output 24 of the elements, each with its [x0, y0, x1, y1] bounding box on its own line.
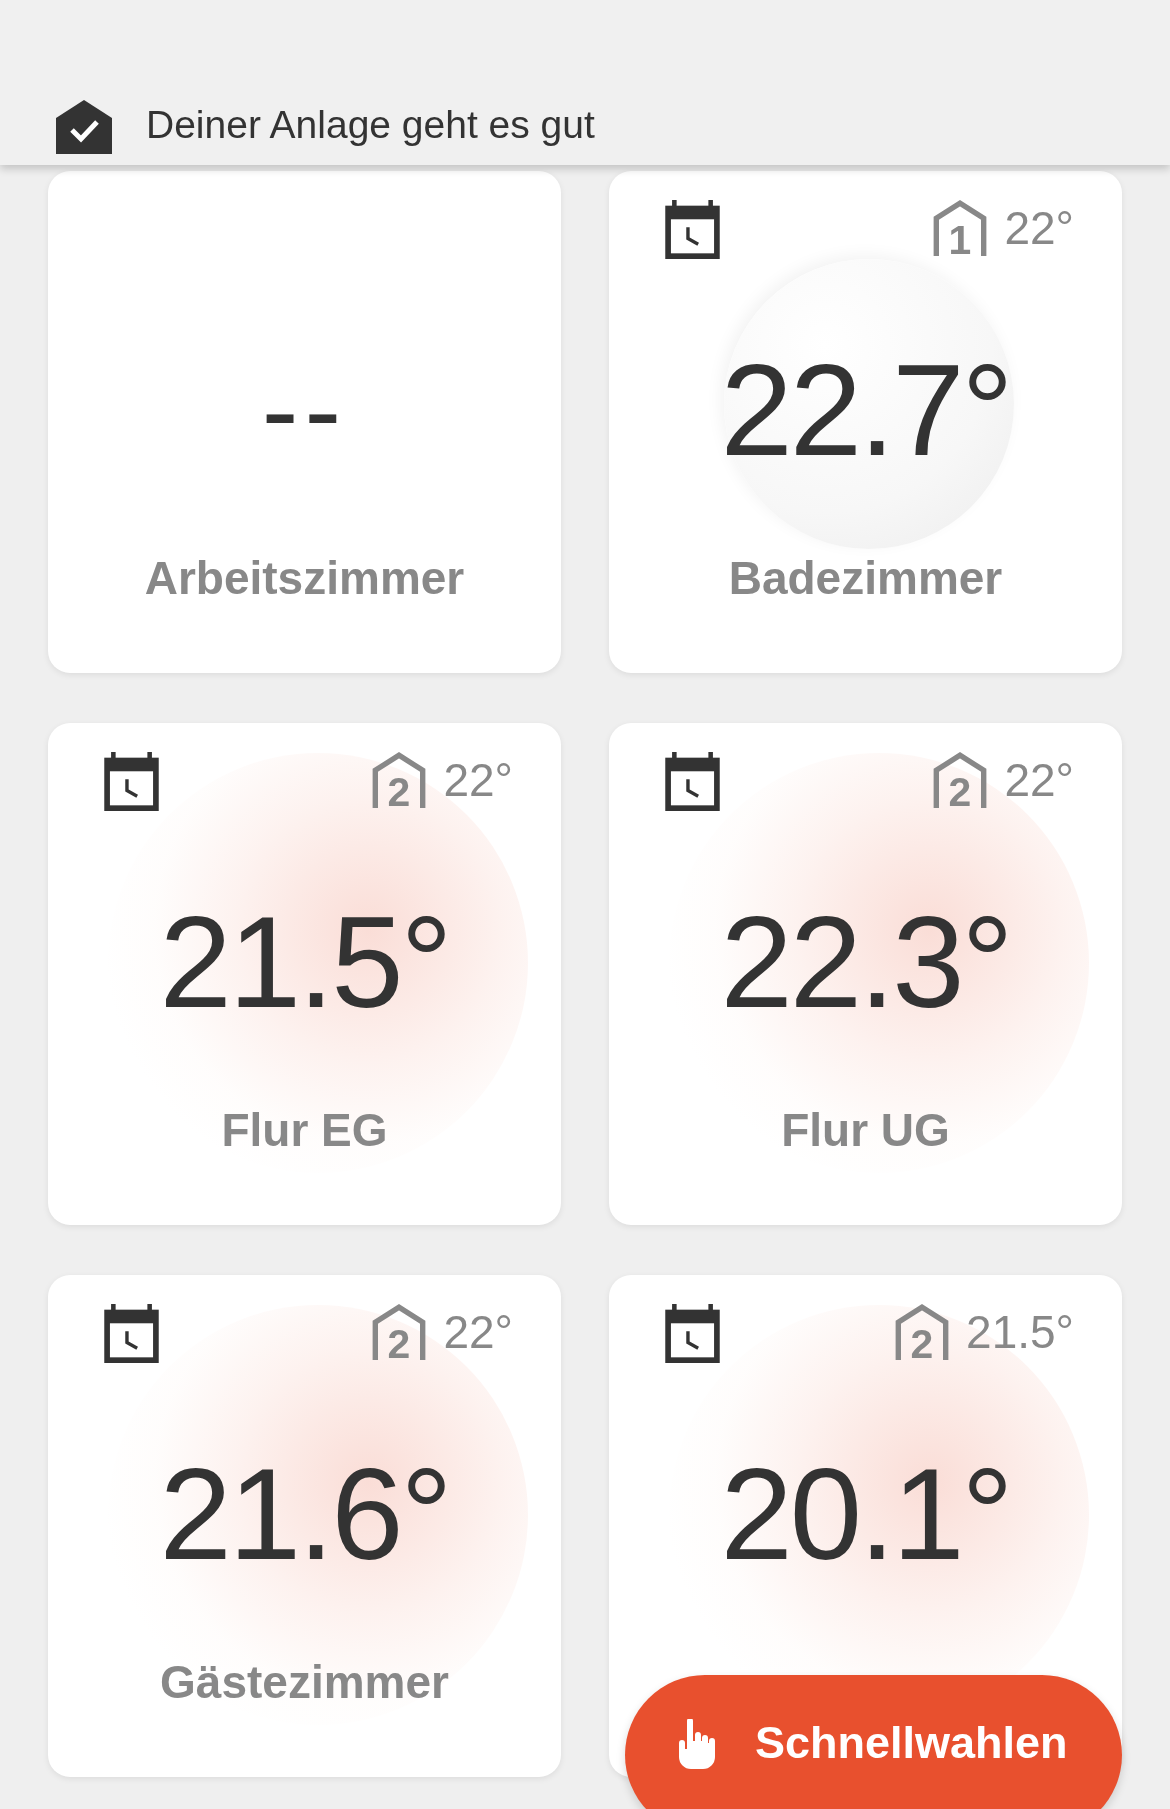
quick-select-button[interactable]: Schnellwahlen: [625, 1675, 1122, 1809]
room-name: Badezimmer: [728, 551, 1003, 606]
hand-pointer-icon: [679, 1719, 715, 1769]
setpoint-text: 22°: [1004, 201, 1074, 256]
setpoint-text: 22°: [443, 1305, 513, 1360]
temperature-reading: 21.5°: [159, 892, 450, 1032]
setpoint-text: 22°: [443, 753, 513, 808]
temperature-reading: 21.6°: [159, 1444, 450, 1584]
room-card[interactable]: -- Arbeitszimmer: [48, 171, 561, 673]
room-name: Flur UG: [781, 1103, 950, 1158]
status-text: Deiner Anlage geht es gut: [146, 102, 595, 148]
room-name: Flur EG: [221, 1103, 388, 1158]
temperature-reading: 22.3°: [720, 892, 1011, 1032]
room-card[interactable]: 1 22° 22.7° Badezimmer: [609, 171, 1122, 673]
room-card[interactable]: 2 22° 21.5° Flur EG: [48, 723, 561, 1225]
setpoint-text: 22°: [1004, 753, 1074, 808]
room-card[interactable]: 2 22° 21.6° Gästezimmer: [48, 1275, 561, 1777]
temperature-reading: 20.1°: [720, 1444, 1011, 1584]
room-name: Gästezimmer: [160, 1655, 449, 1710]
setpoint-text: 21.5°: [966, 1305, 1074, 1360]
room-card[interactable]: 2 22° 22.3° Flur UG: [609, 723, 1122, 1225]
room-name: Arbeitszimmer: [144, 551, 465, 606]
temperature-reading: 22.7°: [720, 340, 1011, 480]
temperature-reading: --: [261, 347, 348, 473]
